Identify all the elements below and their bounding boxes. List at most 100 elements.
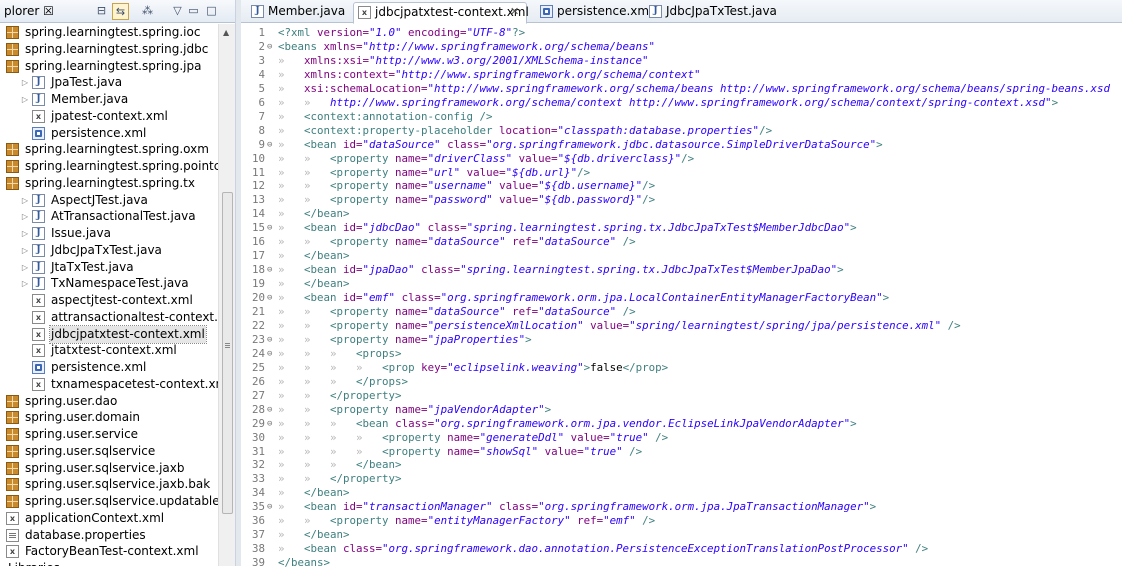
code-line[interactable]: 23 ⊖ » » <property name="jpaProperties">	[241, 333, 1122, 347]
code-line[interactable]: 11 » » <property name="url" value="${db.u…	[241, 166, 1122, 180]
code-line[interactable]: 34 » </bean>	[241, 486, 1122, 500]
code-line[interactable]: 39 </beans>	[241, 556, 1122, 570]
code-line[interactable]: 22 » » <property name="persistenceXmlLoca…	[241, 319, 1122, 333]
code-line[interactable]: 35 ⊖ » <bean id="transactionManager" class…	[241, 500, 1122, 514]
whitespace-marker: »	[278, 500, 305, 514]
expand-arrow-icon[interactable]: ▷	[20, 208, 30, 225]
fold-toggle-icon[interactable]: ⊖	[267, 500, 272, 514]
java-file-icon: J	[32, 210, 45, 224]
whitespace-marker: »	[278, 472, 305, 486]
fold-toggle-icon[interactable]: ⊖	[267, 347, 272, 361]
line-number: 30	[251, 430, 265, 444]
code-line[interactable]: 38 » <bean class="org.springframework.dao…	[241, 542, 1122, 556]
code-line[interactable]: 21» » <property name="dataSource" ref="d…	[241, 305, 1122, 319]
code-line[interactable]: 1 <?xml version="1.0" encoding="UTF-8"?>	[241, 26, 1122, 40]
filter-icon[interactable]: ⁂	[140, 3, 155, 18]
tab-label: JdbcJpaTxTest.java	[666, 4, 777, 18]
expand-arrow-icon[interactable]: ▷	[20, 225, 30, 242]
code-line[interactable]: 14 » </bean>	[241, 207, 1122, 221]
code-line[interactable]: 8 » <context:property-placeholder locatio…	[241, 124, 1122, 138]
code-line[interactable]: 28 ⊖ » » <property name="jpaVendorAdapter"…	[241, 403, 1122, 417]
whitespace-marker: »	[278, 388, 305, 402]
line-number: 35	[251, 500, 265, 514]
code-line[interactable]: 15 ⊖ » <bean id="jdbcDao" class="spring.le…	[241, 221, 1122, 235]
code-token: "true"	[609, 430, 649, 444]
code-line[interactable]: 6 » » http://www.springframework.org/sche…	[241, 96, 1122, 110]
code-line[interactable]: 24 ⊖ » » » <props>	[241, 347, 1122, 361]
code-text: » » <property name="jpaVendorAdapter">	[278, 403, 551, 417]
expand-arrow-icon[interactable]: ▷	[20, 74, 30, 91]
code-token: "${db.driverclass}"	[557, 151, 682, 165]
editor-tab[interactable]: J Member.java	[247, 2, 345, 22]
code-line[interactable]: 27 » » </property>	[241, 389, 1122, 403]
scroll-up-arrow-icon[interactable]: ▲	[223, 28, 229, 37]
code-line[interactable]: 32 » » » </bean>	[241, 458, 1122, 472]
fold-toggle-icon[interactable]: ⊖	[267, 138, 272, 152]
whitespace-marker: »	[304, 402, 331, 416]
close-tab-icon[interactable]: ✕	[510, 3, 519, 21]
code-line[interactable]: 3 » xmlns:xsi="http://www.w3.org/2001/XML…	[241, 54, 1122, 68]
code-text: » » » » <property name="generateDdl" val…	[278, 431, 668, 445]
scroll-thumb[interactable]	[222, 192, 233, 514]
expand-arrow-icon[interactable]: ▷	[20, 259, 30, 276]
code-line[interactable]: 13 » » <property name="password" value="$…	[241, 193, 1122, 207]
tree-item-label: spring.user.sqlservice.jaxb.bak	[25, 477, 211, 492]
code-text: » </bean>	[278, 528, 350, 542]
fold-toggle-icon[interactable]: ⊖	[267, 263, 272, 277]
code-line[interactable]: 33 » » </property>	[241, 472, 1122, 486]
expand-arrow-icon[interactable]: ▷	[20, 242, 30, 259]
code-token: "emf"	[603, 514, 636, 528]
code-token: name=	[388, 318, 428, 332]
expand-arrow-icon[interactable]: ▷	[20, 275, 30, 292]
code-line[interactable]: 20 ⊖ » <bean id="emf" class="org.springfra…	[241, 291, 1122, 305]
code-token: />	[759, 123, 773, 137]
code-token: "${db.password}"	[538, 193, 643, 207]
code-line[interactable]: 26 » » » </props>	[241, 375, 1122, 389]
editor-tab[interactable]: J JdbcJpaTxTest.java	[645, 2, 777, 22]
code-line[interactable]: 36 » » <property name="entityManagerFacto…	[241, 514, 1122, 528]
xml-editor: J Member.java x jdbcjpatxtest-context.xml ✕ p…	[241, 0, 1122, 569]
code-line[interactable]: 19 » </bean>	[241, 277, 1122, 291]
line-number: 1	[258, 26, 265, 39]
editor-tab[interactable]: persistence.xml	[536, 2, 652, 22]
fold-toggle-icon[interactable]: ⊖	[267, 403, 272, 417]
fold-toggle-icon[interactable]: ⊖	[267, 417, 272, 431]
fold-toggle-icon[interactable]: ⊖	[267, 221, 272, 235]
fold-toggle-icon[interactable]: ⊖	[267, 333, 272, 347]
code-line[interactable]: 18 ⊖ » <bean id="jpaDao" class="spring.lea…	[241, 263, 1122, 277]
package-icon	[6, 59, 19, 73]
explorer-title[interactable]: plorer ☒	[4, 4, 54, 18]
code-line[interactable]: 2 ⊖ <beans xmlns="http://www.springframewo…	[241, 40, 1122, 54]
minimize-icon[interactable]: ▭	[186, 3, 201, 18]
code-line[interactable]: 12 » » <property name="username" value="$…	[241, 179, 1122, 193]
xml-file-icon: x	[32, 377, 45, 391]
expand-arrow-icon[interactable]: ▷	[20, 192, 30, 209]
code-line[interactable]: 4 » xmlns:context="http://www.springframe…	[241, 68, 1122, 82]
code-line[interactable]: 29 ⊖ » » » <bean class="org.springframewor…	[241, 417, 1122, 431]
code-line[interactable]: 9 ⊖ » <bean id="dataSource" class="org.spr…	[241, 138, 1122, 152]
code-line[interactable]: 25 » » » » <prop key="eclipselink.weaving…	[241, 361, 1122, 375]
code-line[interactable]: 17 » </bean>	[241, 249, 1122, 263]
code-line[interactable]: 7 » <context:annotation-config />	[241, 110, 1122, 124]
code-line[interactable]: 37 » </bean>	[241, 528, 1122, 542]
fold-toggle-icon[interactable]: ⊖	[267, 40, 272, 54]
code-token: "dataSource"	[427, 305, 506, 318]
editor-tab[interactable]: x jdbcjpatxtest-context.xml ✕	[353, 2, 529, 24]
link-with-editor-icon[interactable]: ⇆	[112, 3, 129, 20]
fold-toggle-icon[interactable]: ⊖	[267, 291, 272, 305]
code-line[interactable]: 30 » » » » <property name="generateDdl" v…	[241, 431, 1122, 445]
code-line[interactable]: 16» » <property name="dataSource" ref="d…	[241, 235, 1122, 249]
code-token: <bean	[356, 416, 389, 430]
maximize-icon[interactable]: □	[204, 3, 219, 18]
line-number: 10	[251, 151, 265, 165]
collapse-all-icon[interactable]: ⊟	[94, 3, 109, 18]
expand-arrow-icon[interactable]: ▷	[20, 91, 30, 108]
whitespace-marker: »	[278, 305, 305, 318]
tree-scrollbar[interactable]: ▲	[218, 24, 235, 566]
code-line[interactable]: 10 » » <property name="driverClass" value…	[241, 152, 1122, 166]
whitespace-marker: »	[278, 95, 305, 109]
code-line[interactable]: 5 » xsi:schemaLocation="http://www.spring…	[241, 82, 1122, 96]
view-menu-icon[interactable]: ▽	[170, 3, 185, 18]
code-area[interactable]: 1 <?xml version="1.0" encoding="UTF-8"?> 2…	[241, 24, 1122, 569]
code-line[interactable]: 31 » » » » <property name="showSql" value…	[241, 445, 1122, 459]
